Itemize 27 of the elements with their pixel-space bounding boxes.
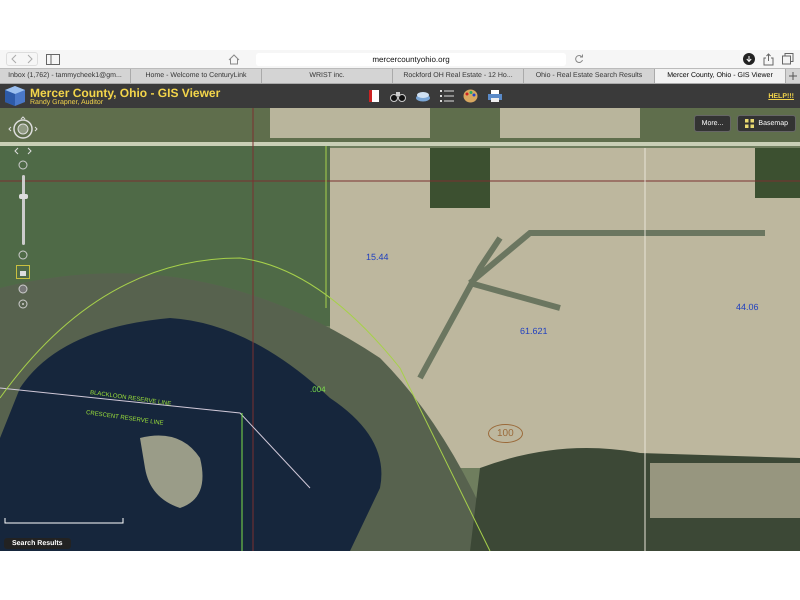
reload-icon[interactable] — [574, 54, 584, 64]
printer-icon[interactable] — [487, 89, 504, 103]
acreage-label: 44.06 — [736, 302, 759, 312]
acreage-label: 61.621 — [520, 326, 548, 336]
home-icon[interactable] — [228, 54, 240, 64]
map-label: .004 — [310, 385, 326, 394]
download-icon[interactable] — [743, 53, 755, 65]
palette-icon[interactable] — [463, 89, 478, 103]
layers-icon[interactable] — [415, 89, 432, 103]
locate-icon[interactable] — [18, 299, 28, 309]
cube-logo-icon — [4, 85, 26, 107]
sidebar-icon[interactable] — [46, 54, 60, 64]
book-icon[interactable] — [367, 89, 382, 103]
flood-zone-label: 100 — [488, 424, 523, 443]
share-icon[interactable] — [763, 52, 774, 66]
scale-bar-icon — [4, 518, 124, 524]
new-tab-button[interactable] — [786, 69, 800, 83]
hand-tool-icon[interactable] — [16, 265, 30, 279]
list-icon[interactable] — [440, 89, 454, 103]
binoculars-icon[interactable] — [390, 89, 406, 103]
app-title: Mercer County, Ohio - GIS Viewer — [30, 86, 220, 98]
tabs-icon[interactable] — [782, 53, 794, 65]
grid-icon — [745, 119, 754, 128]
address-bar[interactable]: mercercountyohio.org — [256, 52, 566, 66]
zoom-slider-thumb[interactable] — [18, 194, 28, 198]
acreage-label: 15.44 — [366, 252, 389, 262]
history-arrows-icon[interactable] — [13, 147, 33, 155]
